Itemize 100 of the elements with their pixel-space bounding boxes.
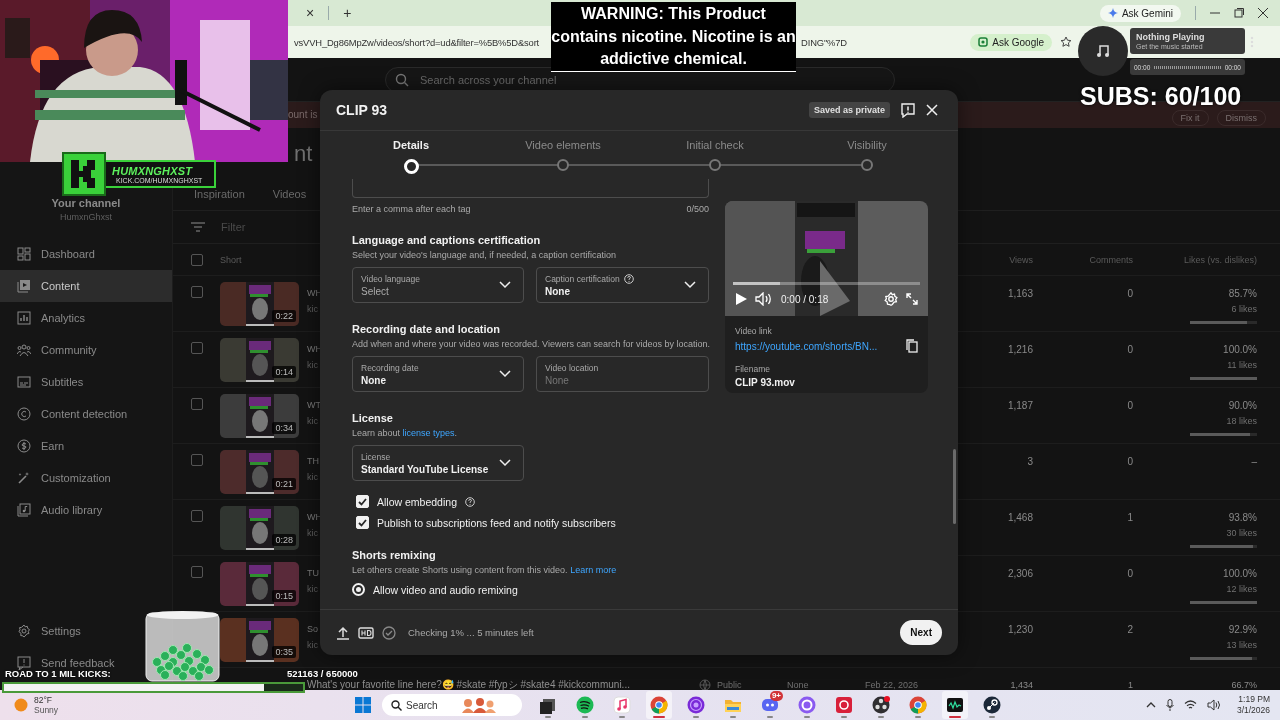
hd-icon[interactable] (358, 626, 374, 639)
likes-percent: 93.8% (1228, 512, 1257, 523)
sound-waves-icon (576, 696, 594, 714)
clock-time: 1:19 PM (1238, 694, 1270, 705)
browser-icon (650, 696, 668, 714)
likes-count: 13 likes (1226, 640, 1257, 650)
comments-count: 0 (1127, 568, 1133, 579)
video-title: TH (307, 456, 319, 466)
column-header: Short (219, 254, 243, 265)
banner-message: ount is (288, 108, 318, 120)
settings-icon (17, 624, 31, 638)
chevron-up-icon[interactable] (1145, 702, 1156, 708)
microphone-icon[interactable] (1165, 699, 1174, 711)
play-icon[interactable] (735, 292, 747, 306)
likes-percent: 100.0% (1223, 344, 1257, 355)
close-icon[interactable] (1258, 8, 1268, 18)
page-heading: nt (294, 141, 313, 167)
likes-bar (1190, 601, 1257, 604)
address-text: DING"%7D (801, 36, 847, 48)
tab-close-button[interactable]: × (302, 4, 319, 22)
dropdown[interactable]: Video language Select (352, 267, 524, 303)
people-icon (17, 343, 31, 357)
link[interactable]: license types (402, 428, 455, 438)
content-tab[interactable]: Videos (272, 184, 307, 206)
comments-count: 2 (1127, 624, 1133, 635)
check-circle-icon[interactable] (382, 625, 396, 640)
sidebar-item[interactable]: Earn (0, 430, 172, 462)
step-tab[interactable]: Initial check (639, 131, 791, 179)
column-header: Views (1008, 254, 1033, 265)
sidebar-item[interactable]: Community (0, 334, 172, 366)
sidebar-item[interactable]: Content detection (0, 398, 172, 430)
sidebar-item[interactable]: Audio library (0, 494, 172, 526)
volume-icon[interactable] (1206, 699, 1221, 711)
waveform-monitor-app-button[interactable] (942, 691, 968, 719)
dollar-circle-icon (17, 439, 31, 453)
likes-count: 11 likes (1227, 360, 1257, 370)
checkbox[interactable] (191, 510, 203, 522)
next-button[interactable]: Next (900, 620, 942, 645)
sidebar-item[interactable]: Content (0, 270, 172, 302)
feedback-button[interactable] (900, 102, 916, 118)
volume-icon[interactable] (755, 292, 773, 306)
radio-button[interactable] (352, 583, 365, 596)
dropdown[interactable]: Caption certification None (536, 267, 709, 303)
chat-icon (761, 696, 779, 714)
likes-percent: 92.9% (1228, 624, 1257, 635)
video-time: 0:00 / 0:18 (781, 293, 829, 305)
step-tab[interactable]: Details (335, 131, 487, 179)
checkbox[interactable] (191, 286, 203, 298)
video-duration: 0:34 (272, 422, 296, 434)
sidebar-item[interactable]: Analytics (0, 302, 172, 334)
checkbox[interactable] (191, 342, 203, 354)
section-title: License (352, 412, 394, 424)
tags-field[interactable] (352, 179, 709, 198)
video-link[interactable]: https://youtube.com/shorts/BN... (735, 340, 878, 352)
goal-label: ROAD TO 1 MIL KICKS: (5, 668, 111, 679)
likes-bar (1190, 657, 1257, 660)
video-description: kic (307, 584, 318, 594)
browser-app-button[interactable] (646, 691, 672, 719)
wifi-icon[interactable] (1183, 700, 1197, 710)
start-icon[interactable] (355, 697, 371, 713)
text-field[interactable]: None (545, 374, 685, 386)
checkbox[interactable] (191, 566, 203, 578)
step-tab[interactable]: Visibility (791, 131, 943, 179)
video-description: kic (307, 528, 318, 538)
upload-icon[interactable] (336, 625, 350, 640)
section-title: Shorts remixing (352, 549, 437, 561)
copy-button[interactable] (906, 339, 918, 353)
dropdown[interactable]: License Standard YouTube License (352, 445, 524, 481)
views-count: 1,216 (1007, 344, 1033, 355)
checkbox[interactable] (191, 454, 203, 466)
ask-google-button[interactable]: Ask Google (970, 33, 1052, 51)
views-count: 2,306 (1007, 568, 1033, 579)
dropdown[interactable]: Recording date None (352, 356, 524, 392)
link[interactable]: Learn more (570, 565, 617, 575)
sidebar-item[interactable]: Settings (0, 620, 89, 642)
views-count: 1,434 (1010, 680, 1033, 690)
video-description: kic (307, 640, 318, 650)
star-icon[interactable] (1060, 36, 1072, 48)
checkbox[interactable] (191, 253, 203, 266)
sidebar-item[interactable]: Customization (0, 462, 172, 494)
video-library-icon (17, 279, 31, 293)
scrollbar-thumb[interactable] (953, 449, 956, 524)
column-header: Likes (vs. dislikes) (1183, 254, 1257, 265)
chat-app-button[interactable]: 9+ (757, 691, 783, 719)
likes-bar (1190, 545, 1257, 548)
comments-count: 1 (1128, 680, 1133, 690)
character-count: 0/500 (686, 204, 709, 214)
settings-icon[interactable] (884, 292, 898, 306)
restore-icon[interactable] (1234, 8, 1244, 18)
step-tab[interactable]: Video elements (487, 131, 639, 179)
sidebar-item[interactable]: Subtitles (0, 366, 172, 398)
close-button[interactable] (926, 104, 938, 116)
taskbar-search-field[interactable]: Search (382, 694, 522, 716)
content-tab[interactable]: Inspiration (194, 184, 245, 206)
sidebar-item[interactable]: Dashboard (0, 238, 172, 270)
new-tab-button[interactable]: + (339, 4, 356, 22)
ask-gemini-button[interactable]: Ask Gemini (1099, 4, 1181, 22)
fullscreen-icon[interactable] (906, 293, 918, 305)
checkbox[interactable] (191, 398, 203, 410)
subtitles-icon (17, 375, 31, 389)
